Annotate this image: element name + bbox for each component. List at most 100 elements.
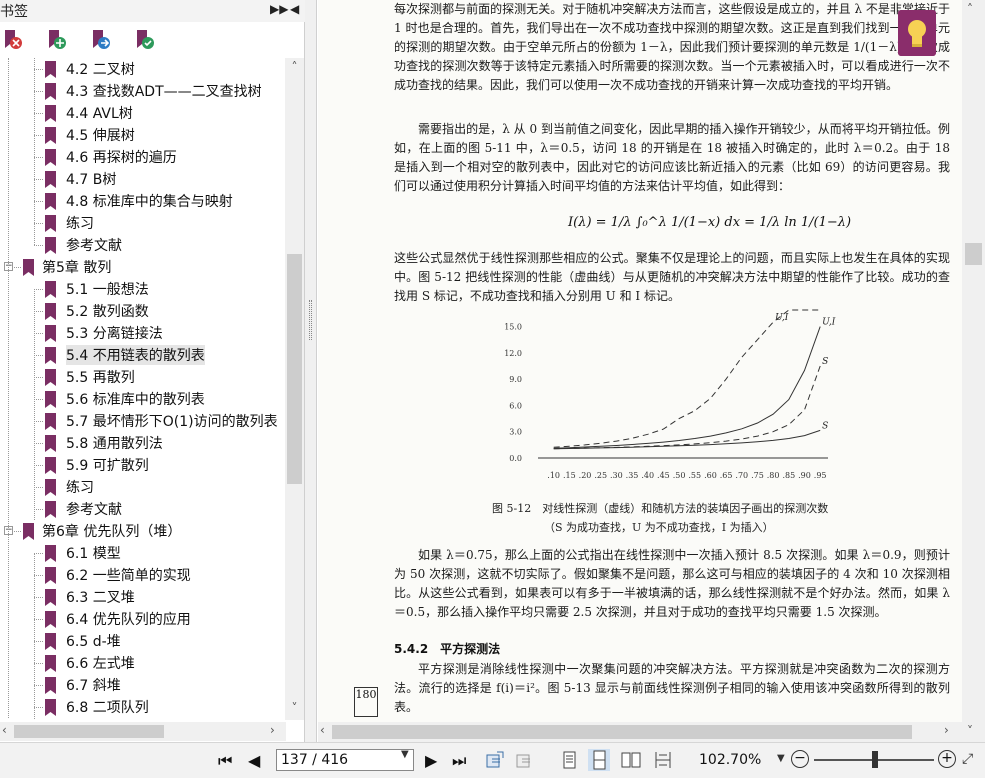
bookmark-item[interactable]: 参考文献	[0, 498, 286, 520]
bookmark-item[interactable]: 6.2 一些简单的实现	[0, 564, 286, 586]
bookmark-properties-icon[interactable]	[134, 28, 156, 52]
bookmark-item[interactable]: 5.1 一般想法	[0, 278, 286, 300]
bookmark-tree: 4.2 二叉树 4.3 查找数ADT——二叉查找树 4.4 AVL树 4.5 伸展树 4…	[0, 58, 286, 720]
bookmark-icon	[45, 347, 56, 364]
panel-collapse-icon[interactable]: ▶▶	[270, 2, 288, 16]
x-tick-label: .85	[782, 471, 795, 480]
bookmark-item[interactable]: 4.2 二叉树	[0, 58, 286, 80]
tree-connector	[34, 707, 43, 708]
scroll-left-icon[interactable]: ‹	[320, 723, 325, 737]
document-vertical-scrollbar[interactable]: ˄ ˅	[962, 0, 985, 742]
series-labels: U,I U,I S S	[775, 313, 836, 431]
bookmark-item[interactable]: 5.5 再散列	[0, 366, 286, 388]
continuous-page-icon[interactable]	[588, 749, 610, 771]
bookmark-horizontal-scrollbar[interactable]: ‹ ›	[0, 722, 286, 741]
scroll-up-icon[interactable]: ˄	[287, 60, 302, 76]
scroll-down-icon[interactable]: ˅	[287, 701, 302, 717]
bookmark-item[interactable]: 练习	[0, 212, 286, 234]
bookmark-item[interactable]: 6.8 二项队列	[0, 696, 286, 718]
bookmark-item[interactable]: 4.5 伸展树	[0, 124, 286, 146]
scroll-left-icon[interactable]: ‹	[2, 723, 7, 737]
panel-splitter[interactable]	[305, 0, 317, 742]
bookmark-label: 练习	[66, 216, 94, 232]
fit-page-icon[interactable]: ⤢	[962, 751, 973, 767]
x-tick-label: .15	[563, 471, 576, 480]
series-line-0	[553, 309, 821, 448]
bookmark-label: 5.5 再散列	[66, 370, 135, 386]
continuous-facing-icon[interactable]	[652, 749, 674, 771]
bookmark-chapter[interactable]: − 第5章 散列	[0, 256, 286, 278]
document-viewport[interactable]: 每次探测都与前面的探测无关。对于随机冲突解决方法而言，这些假设是成立的，并且 λ…	[318, 0, 962, 722]
bookmark-item[interactable]: 5.6 标准库中的散列表	[0, 388, 286, 410]
tree-connector	[34, 245, 43, 246]
tree-connector	[34, 575, 43, 576]
page-dropdown-icon[interactable]: ▼	[401, 749, 409, 760]
bookmark-label: 4.3 查找数ADT——二叉查找树	[66, 84, 262, 100]
bookmark-item[interactable]: 5.8 通用散列法	[0, 432, 286, 454]
scroll-thumb[interactable]	[287, 254, 302, 484]
next-page-button[interactable]: ▶	[425, 751, 437, 770]
document-horizontal-scrollbar[interactable]: ‹ ›	[318, 722, 962, 742]
bookmark-icon	[45, 677, 56, 694]
bookmark-item[interactable]: 6.6 左式堆	[0, 652, 286, 674]
zoom-level[interactable]: 102.70%	[699, 752, 761, 768]
bookmark-label: 4.8 标准库中的集合与映射	[66, 194, 233, 210]
add-bookmark-icon[interactable]	[46, 28, 68, 52]
scroll-thumb[interactable]	[332, 725, 912, 739]
bookmark-item[interactable]: 6.1 模型	[0, 542, 286, 564]
tree-connector	[34, 91, 43, 92]
lightbulb-icon[interactable]	[898, 10, 936, 56]
bookmark-vertical-scrollbar[interactable]: ˄ ˅	[285, 58, 304, 720]
x-tick-label: .75	[751, 471, 764, 480]
bookmark-item[interactable]: 5.4 不用链表的散列表	[0, 344, 286, 366]
probe-count-chart: 0.0 3.0 6.0 9.0 12.0 15.0 .10.15.20.25.30.35.…	[504, 309, 836, 480]
last-page-button[interactable]: ⏭	[452, 751, 466, 771]
page-number-input[interactable]: 137 / 416	[276, 749, 414, 771]
bookmark-item[interactable]: 6.4 优先队列的应用	[0, 608, 286, 630]
bookmark-chapter[interactable]: − 第6章 优先队列（堆）	[0, 520, 286, 542]
bookmark-item[interactable]: 4.7 B树	[0, 168, 286, 190]
bookmark-item[interactable]: 6.3 二叉堆	[0, 586, 286, 608]
scroll-thumb[interactable]	[14, 725, 164, 738]
bookmark-item[interactable]: 5.7 最坏情形下O(1)访问的散列表	[0, 410, 286, 432]
prev-page-button[interactable]: ◀	[248, 751, 260, 770]
scroll-right-icon[interactable]: ›	[270, 723, 275, 737]
bookmark-item[interactable]: 参考文献	[0, 234, 286, 256]
x-tick-label: .45	[657, 471, 670, 480]
panel-close-icon[interactable]: ◀	[290, 2, 299, 16]
bookmark-item[interactable]: 4.6 再探树的遍历	[0, 146, 286, 168]
bookmark-item[interactable]: 4.8 标准库中的集合与映射	[0, 190, 286, 212]
first-page-button[interactable]: ⏮	[218, 751, 232, 771]
forward-view-icon[interactable]	[514, 749, 536, 771]
tree-connector	[34, 311, 43, 312]
facing-pages-icon[interactable]	[620, 749, 642, 771]
y-tick-label: 12.0	[504, 349, 522, 358]
bookmark-item[interactable]: 练习	[0, 476, 286, 498]
tree-guide	[34, 289, 35, 520]
series-label: U,I	[775, 313, 789, 323]
zoom-dropdown-icon[interactable]: ▼	[777, 753, 785, 764]
tree-connector	[34, 333, 43, 334]
single-page-icon[interactable]	[558, 749, 580, 771]
splitter-grip[interactable]	[309, 300, 312, 340]
chart-series	[553, 309, 821, 450]
zoom-in-button[interactable]: +	[938, 750, 956, 768]
scroll-down-icon[interactable]: ˅	[967, 724, 973, 738]
bookmark-item[interactable]: 4.3 查找数ADT——二叉查找树	[0, 80, 286, 102]
bookmark-item[interactable]: 6.5 d-堆	[0, 630, 286, 652]
bookmark-item[interactable]: 4.4 AVL树	[0, 102, 286, 124]
navigation-toolbar: ⏮ ◀ 137 / 416 ▼ ▶ ⏭ 102.70% ▼ − + ⤢	[0, 742, 985, 778]
bookmark-item[interactable]: 5.9 可扩散列	[0, 454, 286, 476]
scroll-up-icon[interactable]: ˄	[967, 2, 973, 16]
zoom-slider-thumb[interactable]	[872, 751, 878, 768]
bookmark-item[interactable]: 6.7 斜堆	[0, 674, 286, 696]
delete-bookmark-icon[interactable]	[2, 28, 24, 52]
bookmark-item[interactable]: 5.3 分离链接法	[0, 322, 286, 344]
back-view-icon[interactable]	[484, 749, 506, 771]
zoom-out-button[interactable]: −	[791, 750, 809, 768]
scroll-thumb[interactable]	[965, 243, 982, 265]
bookmark-item[interactable]: 5.2 散列函数	[0, 300, 286, 322]
scroll-right-icon[interactable]: ›	[944, 723, 949, 737]
tree-connector	[34, 597, 43, 598]
go-to-bookmark-icon[interactable]	[90, 28, 112, 52]
